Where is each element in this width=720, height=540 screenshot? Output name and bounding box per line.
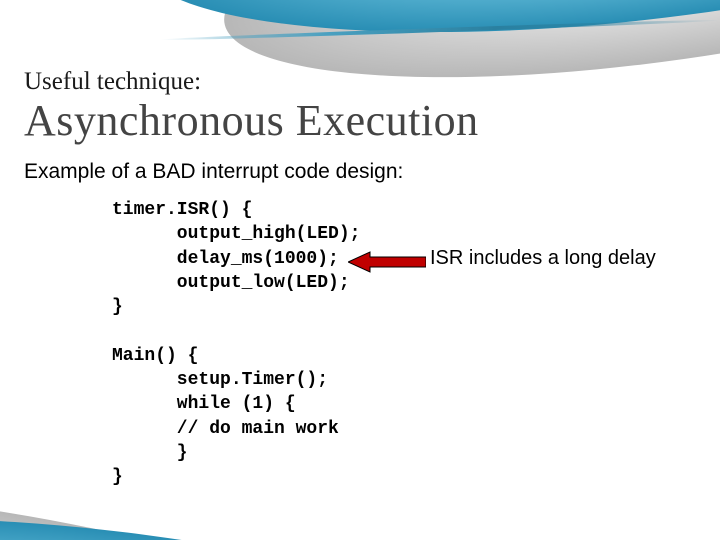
code-block: timer.ISR() { output_high(LED); delay_ms… [112,198,360,490]
bottom-blue-swoosh [0,486,507,540]
left-arrow-icon [348,250,426,274]
slide-subtitle: Useful technique: [24,68,201,96]
annotation-text: ISR includes a long delay [430,247,656,270]
slide: Useful technique: Asynchronous Execution… [0,0,720,540]
arrow-shape [348,252,426,272]
slide-title: Asynchronous Execution [24,95,479,146]
top-line-swoosh [160,18,720,42]
example-description: Example of a BAD interrupt code design: [24,160,403,184]
top-blue-swoosh [133,0,720,64]
